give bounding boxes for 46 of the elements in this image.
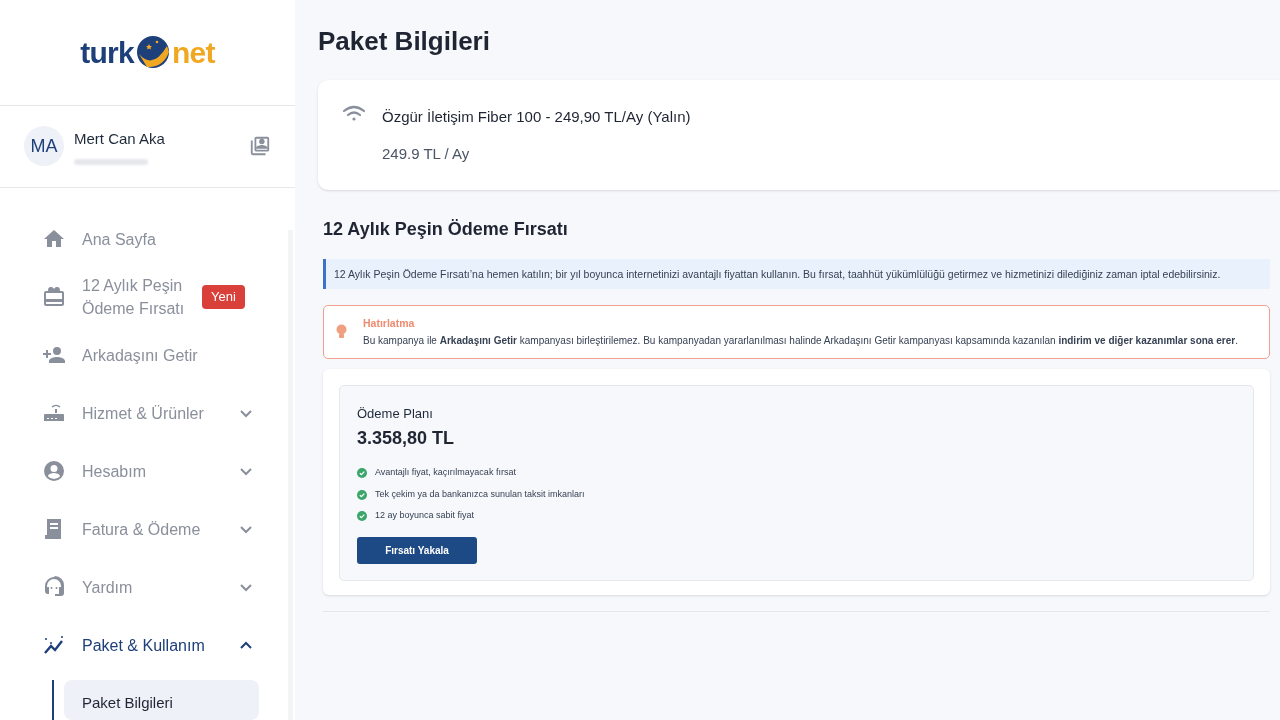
feature-text: Tek çekim ya da bankanızca sunulan taksit imkanları: [375, 487, 585, 501]
menu-item[interactable]: Fatura & Ödeme: [42, 500, 259, 558]
menu-label: Ana Sayfa: [82, 229, 157, 250]
reminder-text: Bu kampanya ile Arkadaşını Getir kampanyası birleştirilemez. Bu kampanyadan yararlanılması halinde Arkadaşını Getir kampanyası kapsamında kazanılan indirim ve diğer kazanımlar sona erer.: [363, 333, 1238, 348]
plan-price: 3.358,80 TL: [357, 427, 456, 451]
feature-text: 12 ay boyunca sabit fiyat: [375, 509, 475, 523]
menu-label: Hizmet & Ürünler: [82, 403, 205, 424]
chevron-down-icon[interactable]: [239, 466, 253, 476]
feature-text: Avantajlı fiyat, kaçırılmayacak fırsat: [375, 466, 516, 480]
chevron-up-icon[interactable]: [239, 640, 253, 650]
headset-icon: [42, 575, 66, 599]
menu-item[interactable]: Hesabım: [42, 442, 259, 500]
new-badge: Yeni: [202, 285, 245, 309]
menu-label: Paket & Kullanım: [82, 635, 206, 656]
info-text: 12 Aylık Peşin Ödeme Fırsatı’na hemen katılın; bir yıl boyunca internetinizi avantajlı fiyattan kullanın. Bu fırsat, taahhüt yükümlülüğü getirmez ve hizmetinizi dilediğiniz zaman iptal edebilirsiniz.: [334, 267, 1222, 281]
menu-item[interactable]: 12 Aylık Peşin Ödeme Fırsatı Yeni: [42, 268, 259, 326]
plan-label: Ödeme Planı: [357, 404, 434, 423]
section-title: 12 Aylık Peşin Ödeme Fırsatı: [323, 218, 569, 241]
submenu-item[interactable]: Paket Bilgileri: [64, 680, 259, 720]
grab-offer-button[interactable]: Fırsatı Yakala: [357, 536, 477, 564]
menu-label: Fatura & Ödeme: [82, 519, 202, 540]
reminder-title: Hatırlatma: [363, 316, 416, 331]
gift-icon: [42, 285, 66, 309]
package-price: 249.9 TL / Ay: [382, 143, 471, 164]
chevron-down-icon[interactable]: [239, 524, 253, 534]
menu-item[interactable]: Ana Sayfa: [42, 210, 259, 268]
menu-label: Hesabım: [82, 461, 148, 482]
menu-label: Yardım: [82, 577, 134, 598]
lightbulb-icon: [336, 324, 347, 340]
check-circle-icon: [357, 511, 367, 521]
chevron-down-icon[interactable]: [239, 582, 253, 592]
menu-item[interactable]: Paket & Kullanım: [42, 616, 259, 674]
user-name: Mert Can Aka: [74, 129, 166, 150]
menu-label: Arkadaşını Getir: [82, 345, 199, 366]
menu-label: 12 Aylık Peşin Ödeme Fırsatı: [82, 276, 186, 319]
logo: turk net: [80, 34, 215, 71]
menu-item[interactable]: Hizmet & Ürünler: [42, 384, 259, 442]
check-circle-icon: [357, 468, 367, 478]
profile-card-icon[interactable]: [249, 135, 271, 158]
menu-item[interactable]: Yardım: [42, 558, 259, 616]
menu-item[interactable]: Arkadaşını Getir: [42, 326, 259, 384]
check-circle-icon: [357, 489, 367, 500]
package-name: Özgür İletişim Fiber 100 - 249,90 TL/Ay (Yalın): [382, 107, 691, 127]
avatar: MA: [24, 126, 64, 167]
chevron-down-icon[interactable]: [239, 408, 253, 418]
page-title: Paket Bilgileri: [318, 25, 491, 58]
